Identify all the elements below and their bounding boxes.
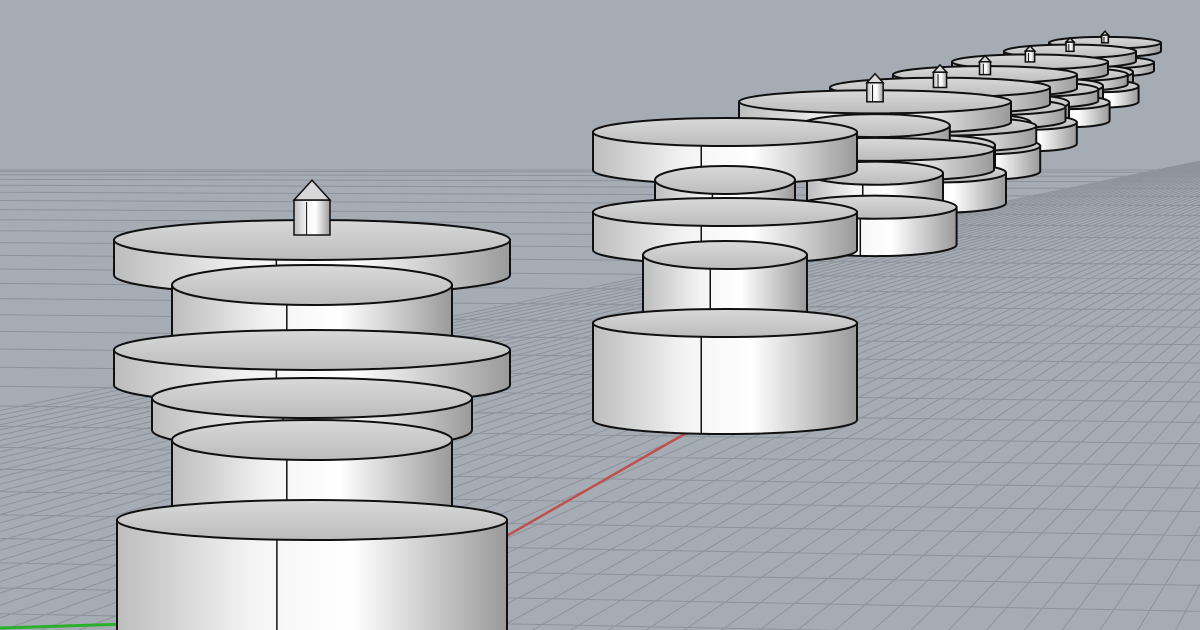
spool-tall-front-band-top [116,499,508,541]
spool-short-band-side [592,322,858,435]
spool-short-band-top [592,308,858,338]
spool-tall-front [113,179,511,630]
spool-tall-front-band-top [171,264,453,306]
spool-short-band-top [642,240,808,270]
spool-row-4-tip-body [932,71,948,89]
spool-row-5-tip-body [978,60,992,76]
spool-tall-front-band-top [113,329,511,371]
spool-short-band-top [654,165,796,195]
spool-row-7-tip-body [1065,41,1075,53]
spool-row-6-tip-body [1024,50,1036,63]
spool-short-band-top [592,117,858,147]
perspective-viewport[interactable] [0,0,1200,630]
spool-row-8-tip-body [1100,34,1110,44]
spool-tall-front-band-top [171,419,453,461]
spool-short-band-top [592,197,858,227]
spool-row-3-tip-body [866,82,884,103]
spool-tall-front-tip-body [293,199,331,236]
viewport-canvas[interactable] [0,0,1200,630]
spool-tall-front-band-top [151,377,473,419]
